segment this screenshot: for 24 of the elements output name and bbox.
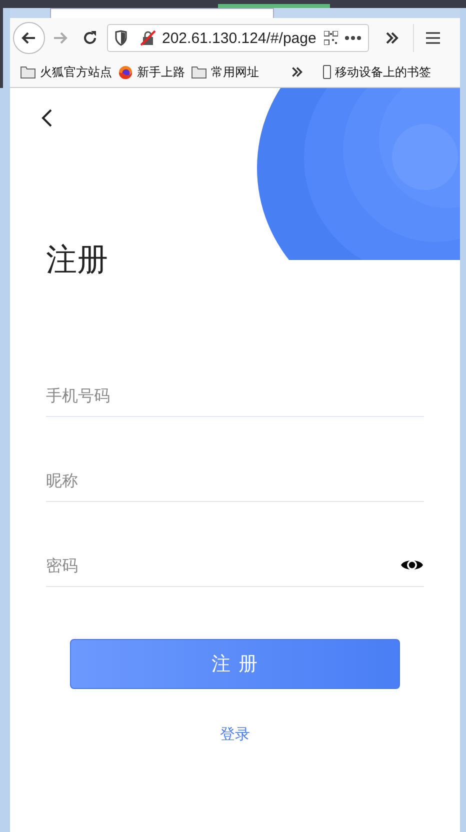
more-icon[interactable] (344, 35, 362, 41)
firefox-logo-icon (118, 64, 133, 80)
folder-icon (191, 66, 207, 78)
folder-icon (20, 66, 36, 78)
reload-icon[interactable] (81, 29, 99, 47)
input-field[interactable]: 密码 (46, 556, 400, 574)
address-bar[interactable]: 202.61.130.124/#/page (107, 24, 369, 52)
url-text[interactable]: 202.61.130.124/#/page (162, 30, 318, 46)
qr-code-icon[interactable] (324, 31, 338, 45)
overflow-chevron-icon[interactable] (385, 31, 399, 45)
input-field[interactable]: 昵称 (46, 470, 424, 490)
bookmark-item[interactable]: 移动设备上的书签 (323, 64, 431, 80)
overflow-chevron-icon[interactable] (291, 66, 303, 78)
input-field[interactable]: 手机号码 (46, 386, 424, 404)
page-title: 注册 (46, 241, 109, 280)
bookmark-item[interactable]: 新手上路 (118, 64, 185, 80)
login-link[interactable]: 登录 (220, 725, 250, 744)
bookmark-item[interactable]: 常用网址 (191, 64, 259, 80)
shield-icon[interactable] (114, 30, 128, 46)
back-button[interactable] (13, 22, 45, 54)
insecure-lock-icon (140, 30, 156, 46)
menu-icon[interactable] (426, 32, 440, 44)
phone-icon (323, 65, 331, 79)
bookmark-item[interactable]: 火狐官方站点 (20, 64, 112, 80)
